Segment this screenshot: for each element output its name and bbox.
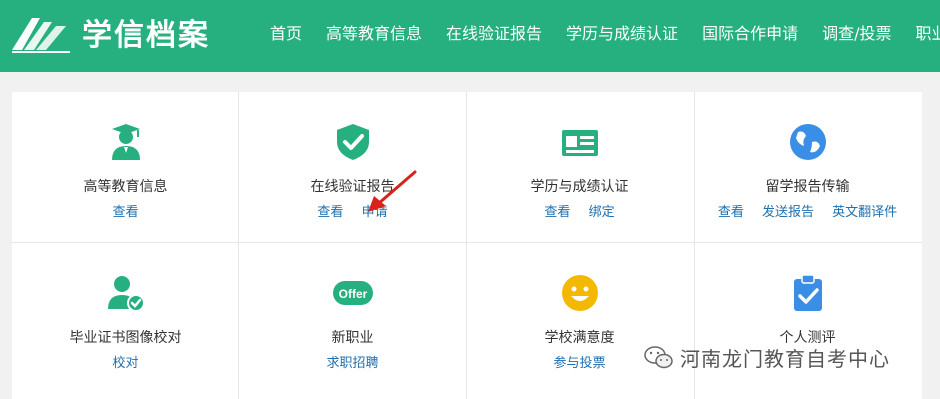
card-higher-education-info: 高等教育信息 查看	[12, 92, 239, 240]
annotation-arrow-icon	[368, 170, 417, 212]
card-academic-certification: 学历与成绩认证 查看 绑定	[466, 92, 693, 240]
card-links: 查看 发送报告 英文翻译件	[694, 201, 921, 220]
user-check-icon	[107, 276, 145, 312]
card-title: 在线验证报告	[310, 179, 395, 195]
xuexin-logo-icon[interactable]	[10, 14, 74, 54]
nav-higher-education-info[interactable]: 高等教育信息	[314, 20, 434, 48]
wechat-icon	[644, 345, 673, 368]
graduate-icon	[111, 124, 140, 160]
smiley-icon	[561, 275, 598, 311]
card-links: 校对	[12, 352, 239, 371]
globe-icon	[789, 124, 826, 160]
card-title: 高等教育信息	[83, 179, 168, 195]
card-title: 留学报告传输	[765, 179, 850, 195]
card-title: 毕业证书图像校对	[69, 330, 182, 346]
card-title: 学历与成绩认证	[530, 179, 629, 195]
main-nav: 首页 高等教育信息 在线验证报告 学历与成绩认证 国际合作申请 调查/投票 职业	[262, 20, 940, 48]
view-link[interactable]: 查看	[544, 205, 570, 220]
clipboard-check-icon	[793, 274, 822, 311]
watermark: 河南龙门教育自考中心	[644, 343, 890, 372]
nav-survey-vote[interactable]: 调查/投票	[810, 20, 903, 48]
vote-link[interactable]: 参与投票	[553, 356, 605, 371]
card-diploma-image-check: 毕业证书图像校对 校对	[12, 243, 239, 391]
nav-international-cooperation[interactable]: 国际合作申请	[690, 20, 810, 48]
card-links: 求职招聘	[239, 352, 466, 371]
view-link[interactable]: 查看	[317, 205, 343, 220]
view-link[interactable]: 查看	[112, 205, 138, 220]
card-title: 新职业	[331, 330, 374, 346]
english-translation-link[interactable]: 英文翻译件	[832, 205, 897, 220]
card-links: 查看 申请	[239, 201, 466, 220]
view-link[interactable]: 查看	[718, 205, 744, 220]
card-links: 查看 绑定	[466, 201, 693, 220]
top-navigation-bar: 学信档案 首页 高等教育信息 在线验证报告 学历与成绩认证 国际合作申请 调查/…	[0, 0, 940, 72]
nav-home[interactable]: 首页	[262, 20, 314, 48]
nav-career[interactable]: 职业	[903, 20, 940, 48]
proofread-link[interactable]: 校对	[112, 356, 138, 371]
send-report-link[interactable]: 发送报告	[762, 205, 814, 220]
watermark-text: 河南龙门教育自考中心	[680, 347, 890, 371]
id-card-icon	[561, 130, 598, 156]
card-online-verification-report: 在线验证报告 查看 申请	[239, 92, 466, 240]
shield-check-icon	[336, 124, 369, 160]
card-new-career: Offer 新职业 求职招聘	[239, 243, 466, 391]
card-links: 查看	[12, 201, 239, 220]
job-search-link[interactable]: 求职招聘	[326, 356, 378, 371]
offer-badge-text: Offer	[338, 287, 367, 301]
bind-link[interactable]: 绑定	[589, 205, 615, 220]
nav-academic-certification[interactable]: 学历与成绩认证	[554, 20, 690, 48]
card-study-abroad-report: 留学报告传输 查看 发送报告 英文翻译件	[694, 92, 921, 240]
offer-icon: Offer	[332, 281, 373, 305]
nav-online-verification-report[interactable]: 在线验证报告	[434, 20, 554, 48]
site-title[interactable]: 学信档案	[82, 16, 210, 56]
